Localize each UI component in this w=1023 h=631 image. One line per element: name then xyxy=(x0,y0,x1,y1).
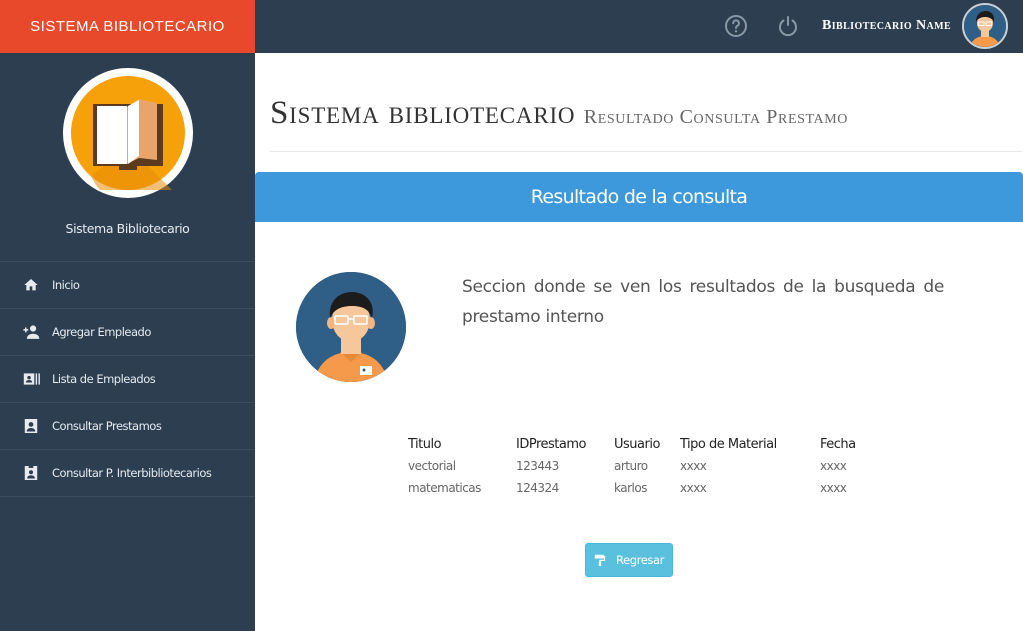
portrait-icon xyxy=(22,417,40,435)
sidebar: Sistema Bibliotecario Inicio Agregar Emp… xyxy=(0,53,255,631)
sidebar-item-consultar-prestamos[interactable]: Consultar Prestamos xyxy=(0,403,255,450)
sidebar-item-agregar-empleado[interactable]: Agregar Empleado xyxy=(0,309,255,356)
help-circle-icon[interactable] xyxy=(724,14,748,38)
column-header: Titulo xyxy=(408,436,442,452)
table-cell: vectorial xyxy=(408,459,456,473)
sidebar-item-label: Inicio xyxy=(52,278,80,292)
column-header: Fecha xyxy=(820,436,856,452)
person-add-icon xyxy=(22,323,40,341)
table-cell: arturo xyxy=(614,459,648,473)
table-row: matematicas 124324 karlos xxxx xxxx xyxy=(408,477,870,499)
table-cell: xxxx xyxy=(820,459,847,473)
page-subtitle: Resultado Consulta Prestamo xyxy=(583,106,848,128)
sidebar-item-label: Consultar Prestamos xyxy=(52,419,162,433)
user-avatar[interactable] xyxy=(962,3,1008,49)
badge-icon xyxy=(22,464,40,482)
table-header-row: Titulo IDPrestamo Usuario Tipo de Materi… xyxy=(408,433,870,455)
back-button-label: Regresar xyxy=(616,553,664,567)
app-brand[interactable]: SISTEMA BIBLIOTECARIO xyxy=(0,0,255,53)
table-cell: karlos xyxy=(614,481,647,495)
page-header: Sistema bibliotecario Resultado Consulta… xyxy=(270,95,1023,132)
book-logo-icon xyxy=(62,68,193,198)
sidebar-item-label: Consultar P. Interbibliotecarios xyxy=(52,466,212,480)
top-navbar: Bibliotecario Name xyxy=(255,0,1023,53)
column-header: Tipo de Material xyxy=(680,436,777,452)
column-header: IDPrestamo xyxy=(516,436,586,452)
table-row: vectorial 123443 arturo xxxx xxxx xyxy=(408,455,870,477)
back-button[interactable]: Regresar xyxy=(585,543,673,577)
sidebar-item-label: Agregar Empleado xyxy=(52,325,151,339)
table-cell: xxxx xyxy=(680,459,707,473)
table-cell: 124324 xyxy=(516,481,559,495)
user-name[interactable]: Bibliotecario Name xyxy=(822,18,951,34)
results-table: Titulo IDPrestamo Usuario Tipo de Materi… xyxy=(408,433,870,499)
table-cell: xxxx xyxy=(680,481,707,495)
sidebar-item-label: Lista de Empleados xyxy=(52,372,156,386)
header-divider xyxy=(270,151,1022,152)
sidebar-item-lista-empleados[interactable]: Lista de Empleados xyxy=(0,356,255,403)
column-header: Usuario xyxy=(614,436,660,452)
section-description: Seccion donde se ven los resultados de l… xyxy=(462,277,944,327)
contact-list-icon xyxy=(22,370,40,388)
table-cell: xxxx xyxy=(820,481,847,495)
sidebar-profile: Sistema Bibliotecario xyxy=(0,53,255,262)
librarian-avatar-icon xyxy=(296,272,406,382)
panel-heading: Resultado de la consulta xyxy=(255,172,1023,222)
page-title: Sistema bibliotecario xyxy=(270,95,576,131)
table-cell: 123443 xyxy=(516,459,559,473)
sidebar-profile-name: Sistema Bibliotecario xyxy=(65,221,190,236)
sidebar-item-consultar-interbibliotecarios[interactable]: Consultar P. Interbibliotecarios xyxy=(0,450,255,497)
table-cell: matematicas xyxy=(408,481,481,495)
sidebar-item-inicio[interactable]: Inicio xyxy=(0,262,255,309)
power-icon[interactable] xyxy=(776,14,800,38)
paint-roller-icon xyxy=(594,554,606,566)
home-icon xyxy=(22,276,40,294)
